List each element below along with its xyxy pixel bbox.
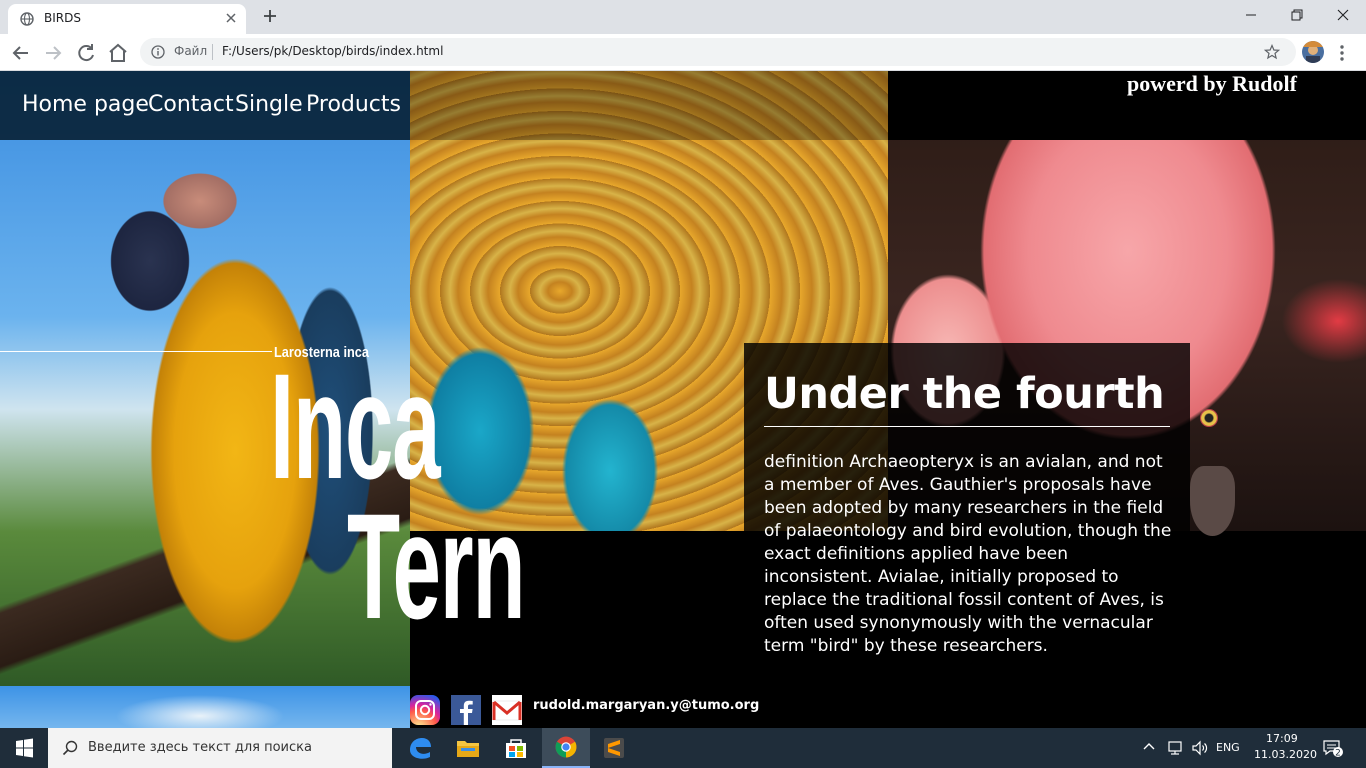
forward-arrow-icon[interactable] xyxy=(41,41,65,65)
windows-taskbar: Введите здесь текст для поиска ENG 17:09… xyxy=(0,728,1366,768)
hero-divider-line xyxy=(0,351,272,352)
browser-toolbar: Файл F:/Users/pk/Desktop/birds/index.htm… xyxy=(0,34,1366,71)
sublime-text-icon[interactable] xyxy=(590,728,638,768)
nav-home-link[interactable]: Home page xyxy=(22,92,149,117)
flamingo-beak xyxy=(1190,466,1235,536)
chrome-icon[interactable] xyxy=(542,728,590,768)
globe-icon xyxy=(20,12,34,26)
article-title-rule xyxy=(764,426,1170,427)
url-text[interactable]: F:/Users/pk/Desktop/birds/index.html xyxy=(222,44,443,58)
search-placeholder: Введите здесь текст для поиска xyxy=(88,740,312,755)
instagram-icon[interactable] xyxy=(410,695,440,725)
nav-products-link[interactable]: Products xyxy=(306,92,401,117)
microsoft-store-icon[interactable] xyxy=(492,728,540,768)
file-explorer-icon[interactable] xyxy=(444,728,492,768)
flamingo-eye xyxy=(1200,409,1218,427)
restore-icon[interactable] xyxy=(1274,0,1320,30)
contact-email-link[interactable]: rudold.margaryan.y@tumo.org xyxy=(533,698,759,713)
powered-by-text: powerd by Rudolf xyxy=(1127,71,1297,96)
close-tab-icon[interactable] xyxy=(222,9,240,27)
bookmark-star-icon[interactable] xyxy=(1264,44,1280,60)
windows-start-icon[interactable] xyxy=(0,728,48,768)
close-window-icon[interactable] xyxy=(1320,0,1366,30)
search-icon xyxy=(62,740,78,756)
sky-image-strip xyxy=(0,686,410,728)
hero-title-tern: Tern xyxy=(347,482,526,650)
header-overlay xyxy=(410,71,888,140)
home-icon[interactable] xyxy=(106,41,130,65)
notification-count: 2 xyxy=(1335,748,1341,758)
hero-title-inca: Inca xyxy=(270,342,441,510)
network-icon[interactable] xyxy=(1167,739,1185,757)
file-scheme-label: Файл xyxy=(174,44,208,58)
nav-single-link[interactable]: Single xyxy=(235,92,303,117)
new-tab-icon[interactable] xyxy=(262,8,278,24)
facebook-icon[interactable] xyxy=(451,695,481,725)
input-language[interactable]: ENG xyxy=(1216,741,1240,754)
reload-icon[interactable] xyxy=(74,41,98,65)
volume-icon[interactable] xyxy=(1191,739,1209,757)
info-icon[interactable] xyxy=(151,45,165,59)
page-viewport: Home page Contact Single Products powerd… xyxy=(0,71,1366,728)
profile-avatar[interactable] xyxy=(1302,41,1324,63)
article-title: Under the fourth xyxy=(764,369,1165,419)
gmail-icon[interactable] xyxy=(492,695,522,725)
article-card: Under the fourth definition Archaeoptery… xyxy=(744,343,1190,728)
browser-tab-strip: BIRDS xyxy=(0,0,1366,34)
chevron-up-icon[interactable] xyxy=(1142,740,1156,754)
minimize-icon[interactable] xyxy=(1228,0,1274,30)
clock-date[interactable]: 11.03.2020 xyxy=(1254,748,1317,761)
omnibox-divider xyxy=(212,44,213,60)
nav-contact-link[interactable]: Contact xyxy=(148,92,234,117)
address-bar[interactable]: Файл F:/Users/pk/Desktop/birds/index.htm… xyxy=(140,38,1296,66)
browser-tab[interactable]: BIRDS xyxy=(8,4,246,34)
article-body: definition Archaeopteryx is an avialan, … xyxy=(764,452,1172,656)
more-menu-icon[interactable] xyxy=(1336,44,1348,62)
back-arrow-icon[interactable] xyxy=(9,41,33,65)
tab-title: BIRDS xyxy=(44,11,81,25)
clock-time[interactable]: 17:09 xyxy=(1266,732,1298,745)
edge-browser-icon[interactable] xyxy=(396,728,444,768)
taskbar-search-box[interactable]: Введите здесь текст для поиска xyxy=(48,728,392,768)
notification-center-icon[interactable]: 2 xyxy=(1322,738,1344,758)
